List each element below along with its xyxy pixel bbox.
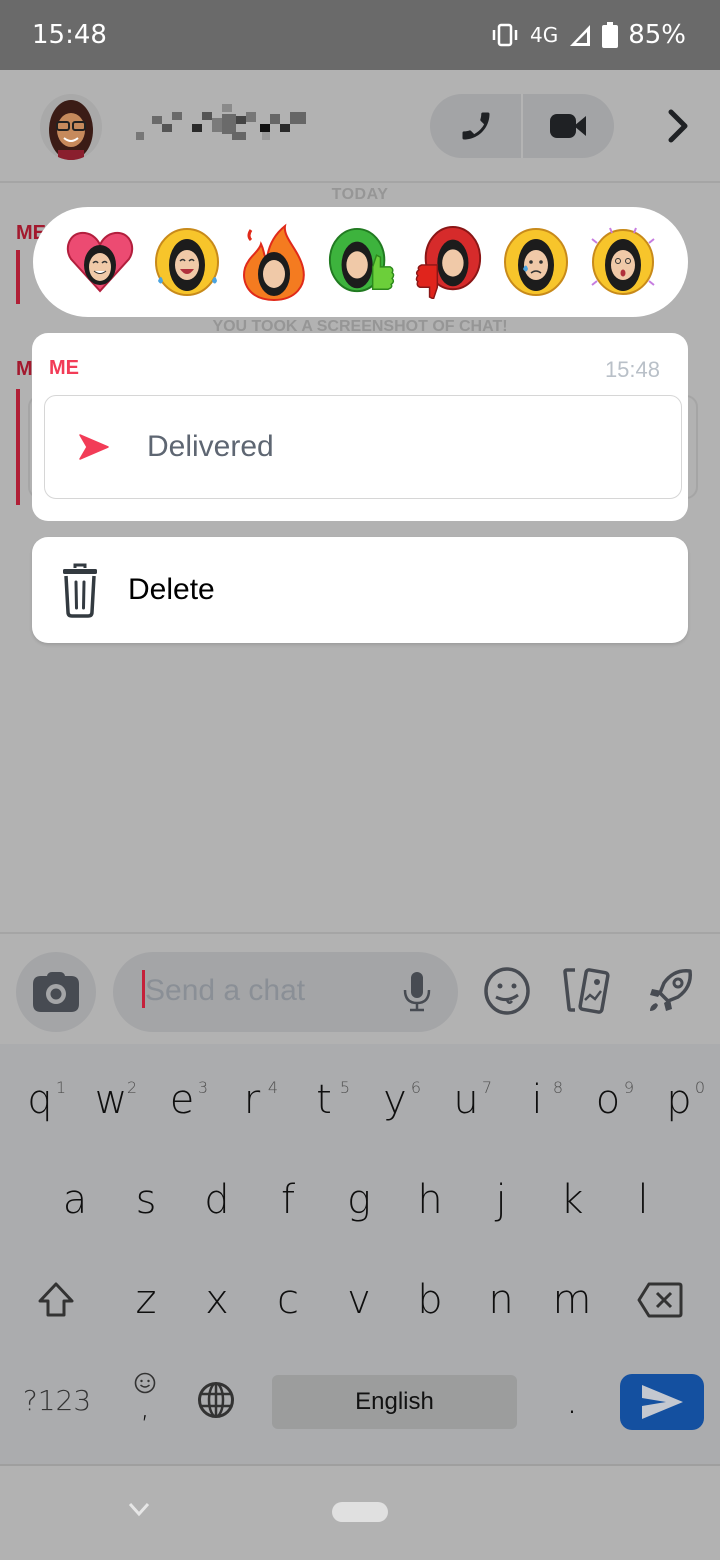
laughing-tears-reaction[interactable]: [152, 227, 222, 297]
hide-keyboard-chevron-icon[interactable]: [126, 1500, 152, 1520]
shift-key[interactable]: [26, 1260, 86, 1340]
compose-bar: Send a chat: [0, 932, 720, 1042]
bg-message-bar: [16, 250, 20, 304]
backspace-icon: [637, 1282, 683, 1318]
thumbs-up-reaction[interactable]: [326, 227, 396, 297]
key-c[interactable]: c: [258, 1260, 318, 1340]
key-u[interactable]: u7: [436, 1060, 496, 1140]
chat-input-placeholder: Send a chat: [145, 974, 306, 1007]
message-status: Delivered: [147, 430, 274, 463]
microphone-icon[interactable]: [402, 972, 432, 1012]
emoji-comma-key[interactable]: ,: [115, 1360, 175, 1440]
contact-name-redacted[interactable]: [136, 104, 312, 144]
key-s[interactable]: s: [116, 1160, 176, 1240]
voice-call-button[interactable]: [430, 94, 521, 158]
stickers-icon: [563, 968, 610, 1014]
key-r[interactable]: r4: [222, 1060, 282, 1140]
camera-icon: [33, 972, 79, 1012]
signal-icon: [570, 25, 591, 46]
space-key[interactable]: English: [272, 1375, 517, 1429]
chevron-right-button[interactable]: [660, 106, 696, 146]
message-status-box: Delivered: [44, 395, 682, 499]
keyboard: q1 w2 e3 r4 t5 y6 u7 i8 o9 p0 a s d f g …: [0, 1044, 720, 1466]
shocked-reaction[interactable]: [588, 227, 658, 297]
vibrate-icon: [492, 23, 518, 47]
bg-message-bar: [16, 389, 20, 505]
video-call-button[interactable]: [523, 94, 614, 158]
key-w[interactable]: w2: [81, 1060, 141, 1140]
globe-icon: [198, 1382, 234, 1418]
status-bar: 15:48 4G 85%: [0, 0, 720, 70]
message-timestamp: 15:48: [604, 357, 660, 382]
symbols-key[interactable]: ?123: [22, 1360, 92, 1440]
camera-button[interactable]: [16, 952, 96, 1032]
keyboard-row-1: q1 w2 e3 r4 t5 y6 u7 i8 o9 p0: [0, 1060, 720, 1140]
key-i[interactable]: i8: [507, 1060, 567, 1140]
network-type: 4G: [529, 23, 559, 47]
crying-reaction[interactable]: [501, 227, 571, 297]
fire-reaction[interactable]: [239, 223, 309, 302]
shift-icon: [38, 1282, 74, 1317]
reaction-bar: [33, 207, 688, 317]
video-camera-icon: [549, 114, 586, 138]
phone-icon: [462, 112, 489, 140]
call-buttons: [430, 94, 614, 158]
battery-percent: 85%: [628, 20, 686, 50]
status-icons: 4G 85%: [490, 20, 686, 50]
key-o[interactable]: o9: [578, 1060, 638, 1140]
battery-icon: [602, 22, 619, 48]
key-q[interactable]: q1: [10, 1060, 70, 1140]
key-a[interactable]: a: [45, 1160, 105, 1240]
selected-message-card[interactable]: ME 15:48 Delivered: [32, 333, 688, 521]
keyboard-row-2: a s d f g h j k l: [0, 1160, 720, 1240]
key-k[interactable]: k: [542, 1160, 602, 1240]
trash-icon: [63, 563, 97, 618]
thumbs-down-reaction[interactable]: [414, 226, 484, 299]
rocket-icon: [650, 969, 692, 1011]
keyboard-send-key[interactable]: [620, 1374, 704, 1430]
avatar[interactable]: [40, 94, 102, 160]
language-key[interactable]: [186, 1360, 246, 1440]
delivered-arrow-icon: [79, 434, 109, 460]
key-t[interactable]: t5: [294, 1060, 354, 1140]
key-m[interactable]: m: [542, 1260, 602, 1340]
period-key[interactable]: .: [542, 1360, 602, 1440]
chat-input[interactable]: Send a chat: [113, 952, 458, 1032]
date-separator: TODAY: [331, 186, 389, 203]
key-p[interactable]: p0: [649, 1060, 709, 1140]
key-x[interactable]: x: [187, 1260, 247, 1340]
key-n[interactable]: n: [471, 1260, 531, 1340]
stickers-button[interactable]: [563, 966, 613, 1016]
send-icon: [642, 1385, 683, 1419]
key-d[interactable]: d: [187, 1160, 247, 1240]
games-button[interactable]: [645, 966, 695, 1016]
message-sender: ME: [49, 357, 79, 379]
keyboard-row-3: z x c v b n m: [0, 1260, 720, 1340]
key-h[interactable]: h: [400, 1160, 460, 1240]
emoji-icon: [484, 967, 530, 1015]
key-f[interactable]: f: [258, 1160, 318, 1240]
key-v[interactable]: v: [329, 1260, 389, 1340]
key-j[interactable]: j: [471, 1160, 531, 1240]
key-g[interactable]: g: [329, 1160, 389, 1240]
key-y[interactable]: y6: [365, 1060, 425, 1140]
delete-label: Delete: [128, 573, 215, 606]
key-l[interactable]: l: [613, 1160, 673, 1240]
heart-reaction[interactable]: [65, 227, 135, 297]
backspace-key[interactable]: [630, 1260, 690, 1340]
key-b[interactable]: b: [400, 1260, 460, 1340]
emoji-button[interactable]: [482, 966, 532, 1016]
key-z[interactable]: z: [116, 1260, 176, 1340]
chevron-right-icon: [668, 109, 688, 143]
chat-header: [0, 70, 720, 183]
status-time: 15:48: [32, 20, 107, 50]
home-gesture-pill[interactable]: [332, 1502, 388, 1522]
delete-button[interactable]: Delete: [32, 537, 688, 643]
key-e[interactable]: e3: [152, 1060, 212, 1140]
